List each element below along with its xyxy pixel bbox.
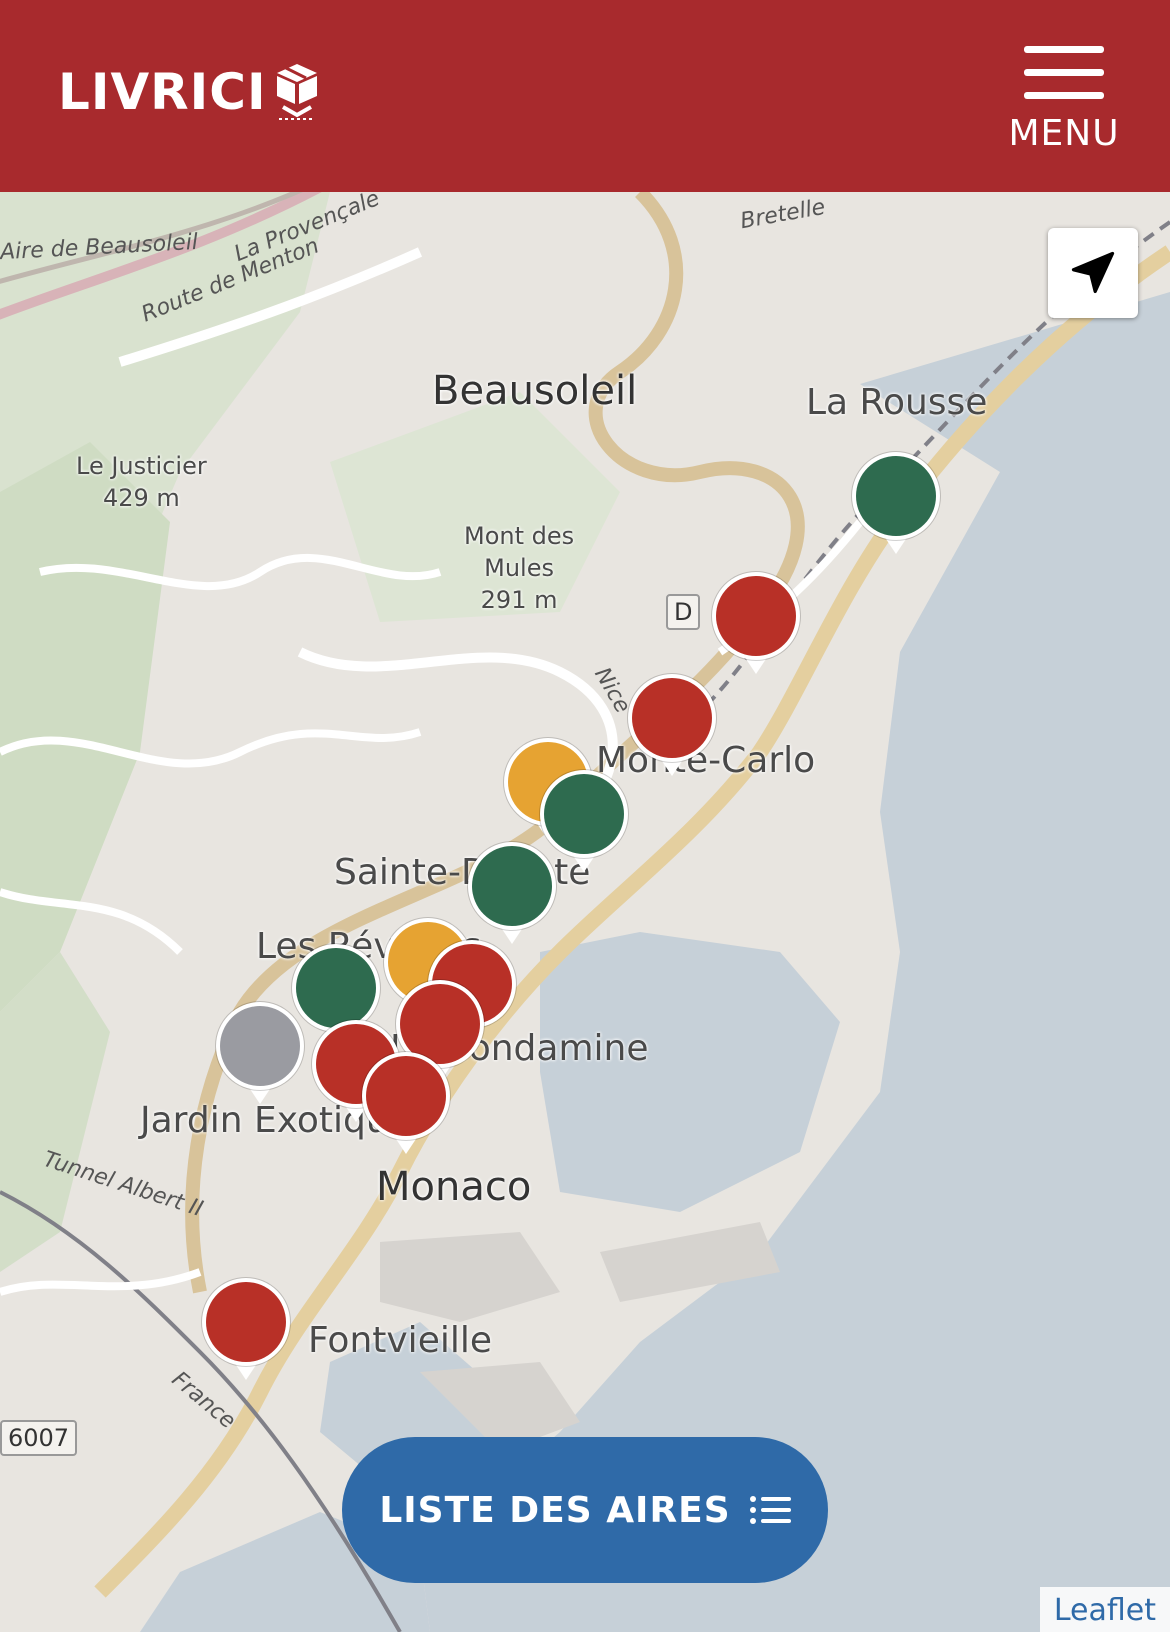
map-attribution: Leaflet	[1039, 1587, 1170, 1632]
road-shield-d: D	[666, 594, 701, 630]
locate-me-button[interactable]	[1048, 228, 1138, 318]
place-label-le-justicier: Le Justicier 429 m	[76, 450, 207, 514]
livrici-logo[interactable]: LIVRICI	[58, 62, 321, 122]
map-marker-grey[interactable]	[214, 1000, 306, 1112]
place-label-la-rousse: La Rousse	[806, 382, 988, 423]
place-label-mont-des-mules: Mont des Mules 291 m	[464, 520, 574, 616]
map-view[interactable]: Aire de Beausoleil La Provençale Route d…	[0, 192, 1170, 1632]
map-pin-icon	[627, 673, 717, 776]
area-list-button-label: LISTE DES AIRES	[379, 1489, 731, 1531]
list-icon	[749, 1496, 791, 1524]
navigation-arrow-icon	[1071, 251, 1115, 294]
place-label-beausoleil: Beausoleil	[432, 368, 638, 414]
mont-des-mules-elevation: 291 m	[480, 586, 558, 614]
mont-des-mules-name-1: Mont des	[464, 522, 575, 550]
map-pin-icon	[361, 1051, 451, 1154]
road-shield-6007: 6007	[0, 1420, 78, 1456]
leaflet-link[interactable]: Leaflet	[1054, 1593, 1156, 1628]
place-label-fontvieille: Fontvieille	[308, 1320, 492, 1361]
app-header: LIVRICI MENU	[0, 0, 1170, 192]
hamburger-icon	[1008, 46, 1120, 99]
place-label-monaco: Monaco	[376, 1164, 532, 1210]
map-pin-icon	[215, 1001, 305, 1104]
map-pin-icon	[467, 841, 557, 944]
mont-des-mules-name-2: Mules	[484, 554, 554, 582]
menu-button[interactable]: MENU	[1008, 46, 1120, 154]
map-marker-red[interactable]	[360, 1050, 452, 1162]
le-justicier-elevation: 429 m	[102, 484, 180, 512]
map-pin-icon	[711, 571, 801, 674]
map-marker-green[interactable]	[850, 450, 942, 562]
map-marker-red[interactable]	[710, 570, 802, 682]
map-pin-icon	[201, 1277, 291, 1380]
map-marker-red[interactable]	[200, 1276, 292, 1388]
map-marker-red[interactable]	[626, 672, 718, 784]
map-pin-icon	[851, 451, 941, 554]
area-list-button[interactable]: LISTE DES AIRES	[342, 1437, 828, 1583]
map-marker-green[interactable]	[466, 840, 558, 952]
logo-text: LIVRICI	[58, 63, 267, 121]
package-delivery-icon	[276, 64, 317, 120]
menu-label: MENU	[1008, 113, 1120, 154]
le-justicier-name: Le Justicier	[76, 452, 207, 480]
